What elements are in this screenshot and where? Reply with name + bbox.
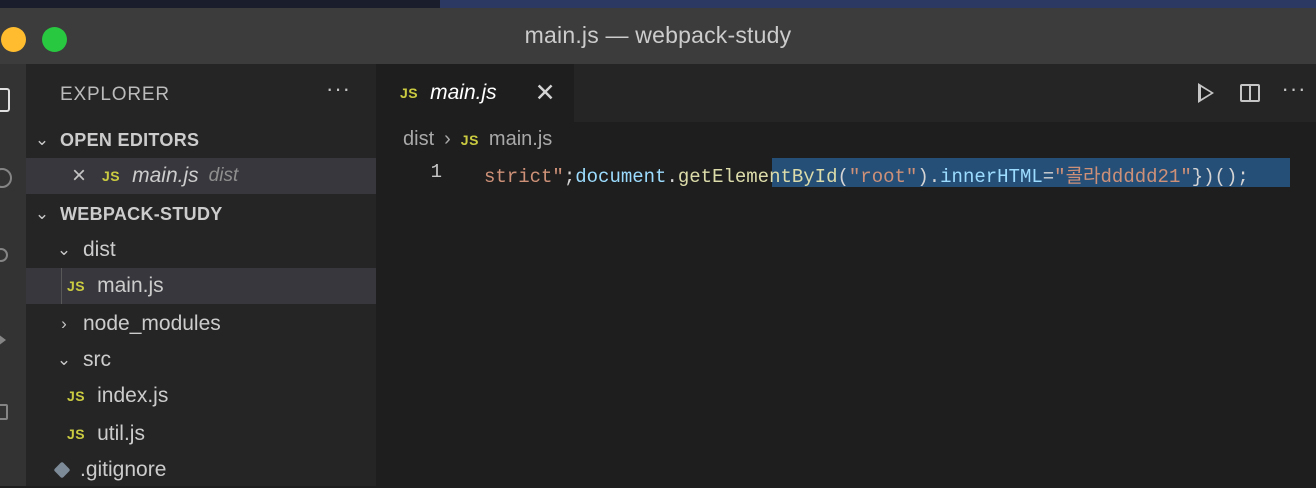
workspace-title: WEBPACK-STUDY — [60, 203, 223, 224]
tab-label: main.js — [430, 81, 497, 104]
tree-file-main-js[interactable]: JS main.js — [26, 268, 376, 304]
js-file-icon: JS — [460, 131, 479, 148]
tab-close-button[interactable]: ✕ — [535, 78, 556, 108]
git-icon — [53, 461, 71, 479]
run-icon — [1198, 83, 1214, 103]
code-token: })(); — [1191, 166, 1249, 188]
explorer-header: EXPLORER — [60, 84, 170, 105]
code-line[interactable]: 1 strict";document.getElementById("root"… — [376, 158, 1316, 188]
file-label: .gitignore — [80, 458, 167, 481]
code-token: ). — [917, 166, 941, 188]
code-token: . — [666, 166, 678, 188]
search-icon[interactable] — [0, 168, 12, 188]
split-editor-icon — [1240, 84, 1260, 102]
tree-file-gitignore[interactable]: .gitignore — [26, 452, 376, 488]
open-editor-item[interactable]: × JS main.js dist — [26, 158, 376, 194]
tree-folder-src[interactable]: ⌄ src — [26, 342, 376, 378]
code-token: document — [575, 166, 667, 188]
tree-folder-dist[interactable]: ⌄ dist — [26, 232, 376, 268]
editor-area: JS main.js ✕ ··· dist › JS main.js 1 str… — [376, 64, 1316, 486]
file-label: index.js — [97, 384, 169, 407]
line-number: 1 — [430, 161, 442, 183]
js-file-icon: JS — [67, 388, 86, 404]
explorer-icon[interactable] — [0, 88, 10, 112]
indent-guide — [61, 268, 62, 304]
run-button[interactable] — [1184, 78, 1228, 108]
tree-folder-node-modules[interactable]: › node_modules — [26, 306, 376, 342]
close-icon[interactable]: × — [68, 162, 90, 190]
extensions-icon[interactable] — [0, 404, 8, 420]
file-label: util.js — [97, 422, 145, 445]
more-actions-icon: ··· — [1281, 76, 1307, 101]
code-token: getElementById — [677, 166, 838, 188]
breadcrumb: dist › JS main.js — [403, 128, 552, 151]
js-file-icon: JS — [400, 85, 419, 101]
tree-file-util-js[interactable]: JS util.js — [26, 416, 376, 452]
js-file-icon: JS — [67, 426, 86, 442]
open-editors-title: OPEN EDITORS — [60, 129, 200, 150]
chevron-down-icon: ⌄ — [56, 240, 72, 259]
js-file-icon: JS — [102, 168, 121, 184]
more-actions-button[interactable]: ··· — [1272, 76, 1316, 108]
explorer-more-button[interactable]: ··· — [326, 76, 351, 102]
tree-file-index-js[interactable]: JS index.js — [26, 378, 376, 414]
code-token: "root" — [848, 166, 918, 188]
open-editors-section-header[interactable]: ⌄ OPEN EDITORS — [26, 122, 376, 158]
code-text[interactable]: strict";document.getElementById("root").… — [484, 161, 1249, 188]
chevron-down-icon: ⌄ — [34, 130, 50, 149]
title-bar: main.js — webpack-study — [0, 8, 1316, 64]
explorer-sidebar: EXPLORER ··· ⌄ OPEN EDITORS × JS main.js… — [26, 64, 376, 486]
activity-bar — [0, 64, 26, 486]
code-token: = — [1042, 166, 1055, 188]
open-editor-description: dist — [208, 165, 239, 186]
tab-bar: JS main.js ✕ ··· — [376, 64, 1316, 122]
breadcrumb-file[interactable]: main.js — [489, 128, 552, 151]
window-title: main.js — webpack-study — [524, 22, 792, 48]
chevron-right-icon: › — [61, 314, 67, 333]
js-file-icon: JS — [67, 278, 86, 294]
code-token: ; — [563, 166, 576, 188]
folder-label: src — [83, 348, 111, 371]
folder-label: node_modules — [83, 312, 221, 335]
code-token: strict" — [484, 166, 564, 188]
chevron-down-icon: ⌄ — [34, 204, 50, 223]
open-editor-filename: main.js — [132, 164, 199, 187]
tab-main-js[interactable]: JS main.js ✕ — [376, 64, 574, 122]
chevron-right-icon: › — [444, 128, 451, 150]
code-token: "콜라ddddd21" — [1054, 166, 1192, 188]
code-token: ( — [837, 166, 849, 188]
run-debug-icon[interactable] — [0, 334, 6, 346]
code-token: innerHTML — [940, 166, 1043, 188]
split-editor-button[interactable] — [1228, 78, 1272, 108]
editor-actions: ··· — [1184, 76, 1316, 108]
source-control-icon[interactable] — [0, 248, 8, 262]
folder-label: dist — [83, 238, 116, 261]
desktop-strip — [0, 0, 1316, 8]
desktop-wallpaper — [440, 0, 1316, 8]
chevron-down-icon: ⌄ — [56, 350, 72, 369]
breadcrumb-folder[interactable]: dist — [403, 128, 434, 151]
workspace-section-header[interactable]: ⌄ WEBPACK-STUDY — [26, 196, 376, 232]
file-label: main.js — [97, 274, 164, 297]
